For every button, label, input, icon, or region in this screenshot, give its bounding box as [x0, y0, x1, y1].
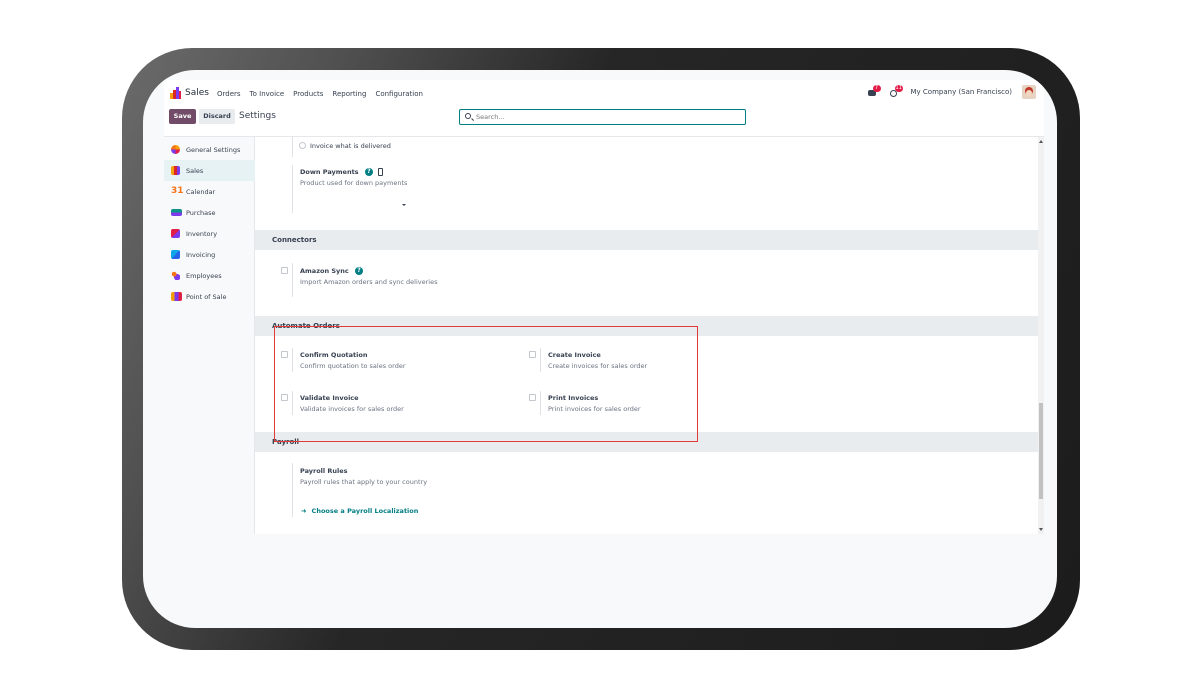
help-icon[interactable]: ?: [364, 168, 373, 176]
sidebar-item-label: Point of Sale: [186, 292, 227, 301]
save-button[interactable]: Save: [169, 109, 196, 124]
menu-reporting[interactable]: Reporting: [332, 90, 366, 98]
sidebar-item-label: Sales: [186, 166, 204, 175]
menu-to-invoice[interactable]: To Invoice: [250, 90, 285, 98]
sidebar-item-inventory[interactable]: Inventory: [164, 223, 255, 244]
inventory-icon: [171, 229, 180, 238]
amazon-sync-checkbox[interactable]: [281, 267, 288, 274]
sidebar-item-calendar[interactable]: 31 Calendar: [164, 181, 255, 202]
sidebar-item-sales[interactable]: Sales: [164, 160, 255, 181]
setting-title: Down Payments: [300, 168, 359, 176]
menu-products[interactable]: Products: [293, 90, 323, 98]
setting-desc: Payroll rules that apply to your country: [300, 478, 428, 486]
sales-app-icon[interactable]: [170, 87, 181, 99]
sidebar-item-label: General Settings: [186, 145, 241, 154]
calendar-icon: 31: [171, 186, 184, 196]
divider: [292, 463, 293, 517]
dropdown-caret-icon[interactable]: [402, 204, 406, 206]
company-switcher[interactable]: My Company (San Francisco): [911, 88, 1012, 96]
activity-clock-icon[interactable]: 11: [889, 84, 903, 97]
general-settings-icon: [171, 145, 180, 154]
odoo-app: Sales Orders To Invoice Products Reporti…: [164, 80, 1044, 534]
setting-title: Amazon Sync: [300, 267, 349, 275]
scroll-thumb[interactable]: [1039, 403, 1043, 499]
divider: [292, 165, 293, 213]
chat-badge: 7: [872, 84, 881, 92]
activity-badge: 11: [894, 84, 903, 92]
sidebar-item-employees[interactable]: Employees: [164, 265, 255, 286]
help-icon[interactable]: ?: [355, 267, 363, 275]
invoicing-icon: [171, 250, 180, 259]
sidebar-item-label: Purchase: [186, 208, 216, 217]
point-of-sale-icon: [171, 292, 182, 301]
arrow-right-icon: ➜: [301, 507, 307, 515]
discard-button[interactable]: Discard: [199, 109, 235, 124]
sidebar-item-label: Employees: [186, 271, 222, 280]
user-avatar[interactable]: [1022, 85, 1036, 99]
scroll-down-icon[interactable]: [1039, 528, 1043, 531]
setting-amazon-sync: Amazon Sync ? Import Amazon orders and s…: [300, 267, 438, 286]
settings-search[interactable]: [459, 109, 746, 125]
sidebar-item-label: Invoicing: [186, 250, 216, 259]
mobile-icon: [378, 168, 384, 176]
sidebar-item-purchase[interactable]: Purchase: [164, 202, 255, 223]
section-connectors: Connectors: [255, 230, 1038, 250]
link-label: Choose a Payroll Localization: [311, 507, 419, 515]
settings-sidebar: General Settings Sales 31 Calendar Purch…: [164, 137, 255, 534]
control-panel: Save Discard Settings: [164, 107, 1044, 137]
app-brand[interactable]: Sales: [185, 88, 209, 98]
sales-icon: [171, 166, 180, 175]
search-icon: [465, 113, 471, 119]
top-navbar: Sales Orders To Invoice Products Reporti…: [164, 80, 1044, 107]
page-title: Settings: [239, 111, 276, 121]
automate-orders-highlight: [274, 326, 698, 442]
setting-title: Payroll Rules: [300, 467, 348, 475]
scroll-up-icon[interactable]: [1039, 140, 1043, 143]
chat-icon[interactable]: 7: [867, 84, 881, 97]
setting-payroll-rules: Payroll Rules Payroll rules that apply t…: [300, 467, 427, 486]
sidebar-item-point-of-sale[interactable]: Point of Sale: [164, 286, 255, 307]
purchase-icon: [171, 209, 182, 216]
setting-down-payments: Down Payments ? Product used for down pa…: [300, 168, 407, 187]
sidebar-item-label: Calendar: [186, 187, 216, 196]
content-scrollbar[interactable]: [1038, 137, 1044, 534]
sidebar-item-general-settings[interactable]: General Settings: [164, 139, 255, 160]
main-menu: Orders To Invoice Products Reporting Con…: [217, 90, 423, 98]
divider: [292, 137, 293, 157]
search-input[interactable]: [476, 112, 736, 122]
radio-label: Invoice what is delivered: [310, 142, 391, 150]
employees-icon: [171, 271, 180, 280]
systray: 7 11 My Company (San Francisco): [867, 84, 1036, 99]
payroll-localization-link[interactable]: ➜ Choose a Payroll Localization: [301, 498, 418, 517]
setting-desc: Import Amazon orders and sync deliveries: [300, 278, 438, 286]
setting-desc: Product used for down payments: [300, 179, 408, 187]
menu-configuration[interactable]: Configuration: [375, 90, 422, 98]
sidebar-item-invoicing[interactable]: Invoicing: [164, 244, 255, 265]
device-screen: Sales Orders To Invoice Products Reporti…: [143, 70, 1057, 628]
radio-invoice-delivered[interactable]: [299, 142, 306, 149]
divider: [292, 263, 293, 297]
sidebar-item-label: Inventory: [186, 229, 218, 238]
menu-orders[interactable]: Orders: [217, 90, 241, 98]
